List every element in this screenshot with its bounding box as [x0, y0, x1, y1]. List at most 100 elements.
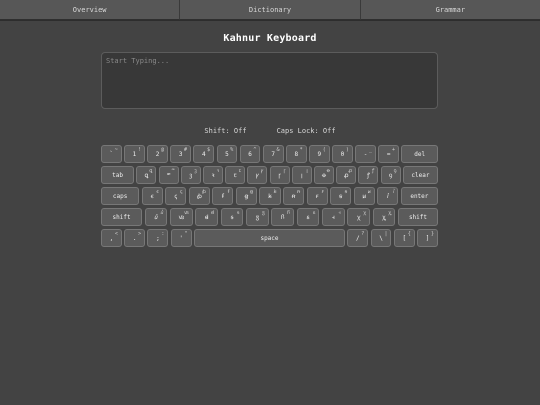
key-shift-l[interactable]: shift [101, 208, 143, 226]
key-9[interactable]: 9( [309, 145, 330, 163]
tab-grammar[interactable]: Grammar [360, 0, 540, 20]
key-shift-label: ꟈ [211, 210, 215, 216]
key-v[interactable]: ꟊꟊ [220, 208, 244, 226]
key-apostrophe[interactable]: ' " [170, 229, 192, 247]
key-n[interactable]: ꟗꟗ [271, 208, 295, 226]
key-c[interactable]: ꟈꟈ [195, 208, 219, 226]
key-slash2[interactable]: /? [347, 229, 369, 247]
key-label: ꞣ [268, 192, 272, 200]
key-label: ꞥ [291, 192, 296, 200]
key-shift-label: ꝫ [194, 168, 197, 174]
key-semicolon[interactable]: ;: [147, 229, 169, 247]
key-rbrack[interactable]: ]} [417, 229, 438, 247]
key-5[interactable]: 5% [216, 145, 238, 163]
key-label: ꝗ [144, 171, 149, 179]
key-shift-label: ꞽ [393, 189, 395, 195]
key-label: enter [410, 192, 429, 200]
key-label: 9 [317, 150, 322, 158]
key-tab[interactable]: tab [101, 166, 135, 184]
key-shift-label: ? [361, 231, 365, 237]
key-label: ` [109, 150, 114, 158]
key-shift-label: : [161, 231, 165, 237]
key-d[interactable]: ꞗꞗ [188, 187, 210, 205]
typing-input[interactable] [101, 52, 438, 109]
key-2[interactable]: 2 @ [147, 145, 168, 163]
key-quote[interactable]: ꞽꞽ [377, 187, 399, 205]
key-label: ꞧ [315, 192, 319, 200]
key-enter[interactable]: enter [400, 187, 438, 205]
key-s[interactable]: ꞔꞔ [165, 187, 187, 205]
keyboard-row-4: shift ꞿ ꞿ ꟃ ꟃ ꟈ ꟈ ꟊ ꟊ ꟑ ꟑ ꟗ ꟗ ꟙ ꟙ ꟶ ꟶ ꭓ ꭓ ꭔ ꭔ shift [101, 208, 438, 226]
key-4[interactable]: 4 $ [193, 145, 215, 163]
key-label: ] [425, 234, 430, 242]
key-label: / [356, 234, 360, 242]
key-label: ꟶ [331, 214, 335, 221]
key-label: del [414, 150, 426, 158]
key-period2[interactable]: . > [124, 229, 146, 247]
key-8[interactable]: 8 * [285, 145, 307, 163]
key-semi[interactable]: ꞹꞹ [353, 187, 375, 205]
key-z[interactable]: ꞿꞿ [144, 208, 168, 226]
key-label: \ [379, 234, 383, 242]
key-f[interactable]: ꞙꞙ [212, 187, 234, 205]
key-label: ; [156, 234, 160, 242]
tab-dictionary[interactable]: Dictionary [180, 0, 361, 20]
key-y[interactable]: ꝩꝩ [247, 166, 268, 184]
key-label: 6 [248, 150, 252, 158]
key-comma2[interactable]: , < [101, 229, 122, 247]
key-shift-label: @ [160, 147, 164, 153]
key-1[interactable]: 1! [124, 145, 145, 163]
key-label: ꟃ [178, 214, 185, 221]
key-shift-label: & [276, 147, 280, 153]
key-l[interactable]: ꞩꞩ [330, 187, 352, 205]
keyboard-row-1: ` ~1! 2 @3 #4 $5% 6 ^ 7 & 8 * 9(0) - _ = + del [101, 145, 438, 163]
key-t[interactable]: ꞇꞇ [225, 166, 246, 184]
key-label: = [386, 150, 391, 158]
key-a[interactable]: ꞓꞓ [141, 187, 163, 205]
key-label: ꝛ [211, 172, 215, 179]
key-rbr[interactable]: ꝯꝯ [380, 166, 401, 184]
key-3[interactable]: 3 # [170, 145, 192, 163]
key-label: ꟈ [204, 214, 209, 221]
key-del[interactable]: del [401, 145, 438, 163]
key-p[interactable]: ꝓꝓ [336, 166, 357, 184]
key-m[interactable]: ꟙꟙ [296, 208, 320, 226]
key-equals[interactable]: = + [378, 145, 400, 163]
key-w[interactable]: ꟹꟹ [158, 166, 179, 184]
key-o[interactable]: ꝋꝋ [314, 166, 334, 184]
key-x[interactable]: ꟃꟃ [170, 208, 193, 226]
key-u[interactable]: ꞅꞅ [269, 166, 290, 184]
key-q[interactable]: ꝗꝗ [136, 166, 157, 184]
key-h[interactable]: ꞣꞣ [259, 187, 281, 205]
key-b[interactable]: ꟑꟑ [246, 208, 269, 226]
tab-overview[interactable]: Overview [0, 0, 181, 20]
key-label: ꭓ [357, 214, 361, 221]
key-backtick[interactable]: ` ~ [101, 145, 122, 163]
key-7[interactable]: 7 & [262, 145, 284, 163]
key-comma[interactable]: ꟶꟶ [321, 208, 345, 226]
key-space[interactable]: space [193, 229, 345, 247]
key-minus[interactable]: - _ [355, 145, 376, 163]
key-j[interactable]: ꞥꞥ [282, 187, 305, 205]
key-g[interactable]: ꞡꞡ [235, 187, 257, 205]
key-period[interactable]: ꭓꭓ [347, 208, 371, 226]
key-slash[interactable]: ꭔꭔ [372, 208, 396, 226]
key-shift-r[interactable]: shift [397, 208, 438, 226]
key-i[interactable]: ꞁꞁ [291, 166, 312, 184]
key-e[interactable]: ꝫꝫ [180, 166, 201, 184]
key-lbr[interactable]: ꝭꝭ [358, 166, 379, 184]
key-k[interactable]: ꞧꞧ [306, 187, 328, 205]
key-backslash[interactable]: \ | [370, 229, 392, 247]
key-label: 1 [132, 150, 137, 158]
key-shift-label: ꝓ [348, 168, 353, 174]
key-r[interactable]: ꝛꝛ [203, 166, 223, 184]
key-6[interactable]: 6 ^ [239, 145, 261, 163]
key-caps[interactable]: caps [101, 187, 140, 205]
key-label: ꞁ [301, 171, 303, 179]
key-label: clear [411, 171, 430, 179]
key-shift-label: ꞙ [227, 189, 230, 195]
key-clear[interactable]: clear [402, 166, 438, 184]
key-0[interactable]: 0) [332, 145, 353, 163]
key-label: ꞽ [386, 193, 389, 200]
key-lbrack[interactable]: [{ [393, 229, 415, 247]
